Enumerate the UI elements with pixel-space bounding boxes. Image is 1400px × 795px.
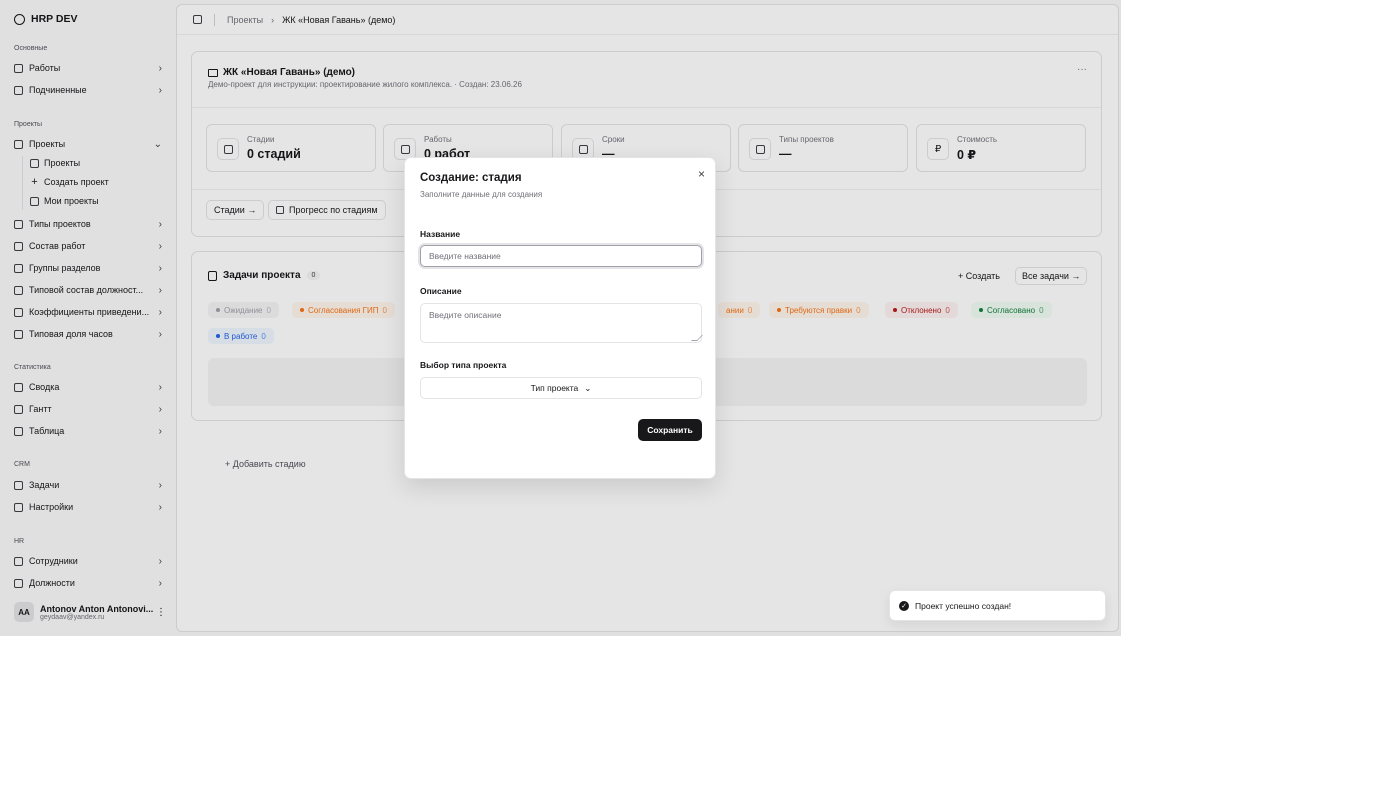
dialog-subtitle: Заполните данные для создания (420, 190, 543, 199)
select-value: Тип проекта (530, 383, 579, 393)
name-input[interactable] (420, 245, 702, 267)
project-type-select[interactable]: Тип проекта ⌄ (420, 377, 702, 399)
close-icon[interactable]: × (698, 167, 705, 181)
chevron-down-icon: ⌄ (584, 382, 592, 393)
description-label: Описание (420, 286, 462, 296)
name-label: Название (420, 229, 461, 239)
toast-notification: ✓ Проект успешно создан! (889, 590, 1106, 621)
description-input[interactable] (420, 303, 702, 343)
project-type-label: Выбор типа проекта (420, 360, 507, 370)
create-stage-dialog: × Создание: стадия Заполните данные для … (404, 157, 716, 479)
save-button[interactable]: Сохранить (638, 419, 702, 441)
check-circle-icon: ✓ (899, 600, 909, 611)
toast-message: Проект успешно создан! (915, 600, 1012, 611)
dialog-title: Создание: стадия (420, 172, 522, 184)
app-window: HRP DEV Основные Работы › Подчиненные › … (0, 0, 1121, 636)
